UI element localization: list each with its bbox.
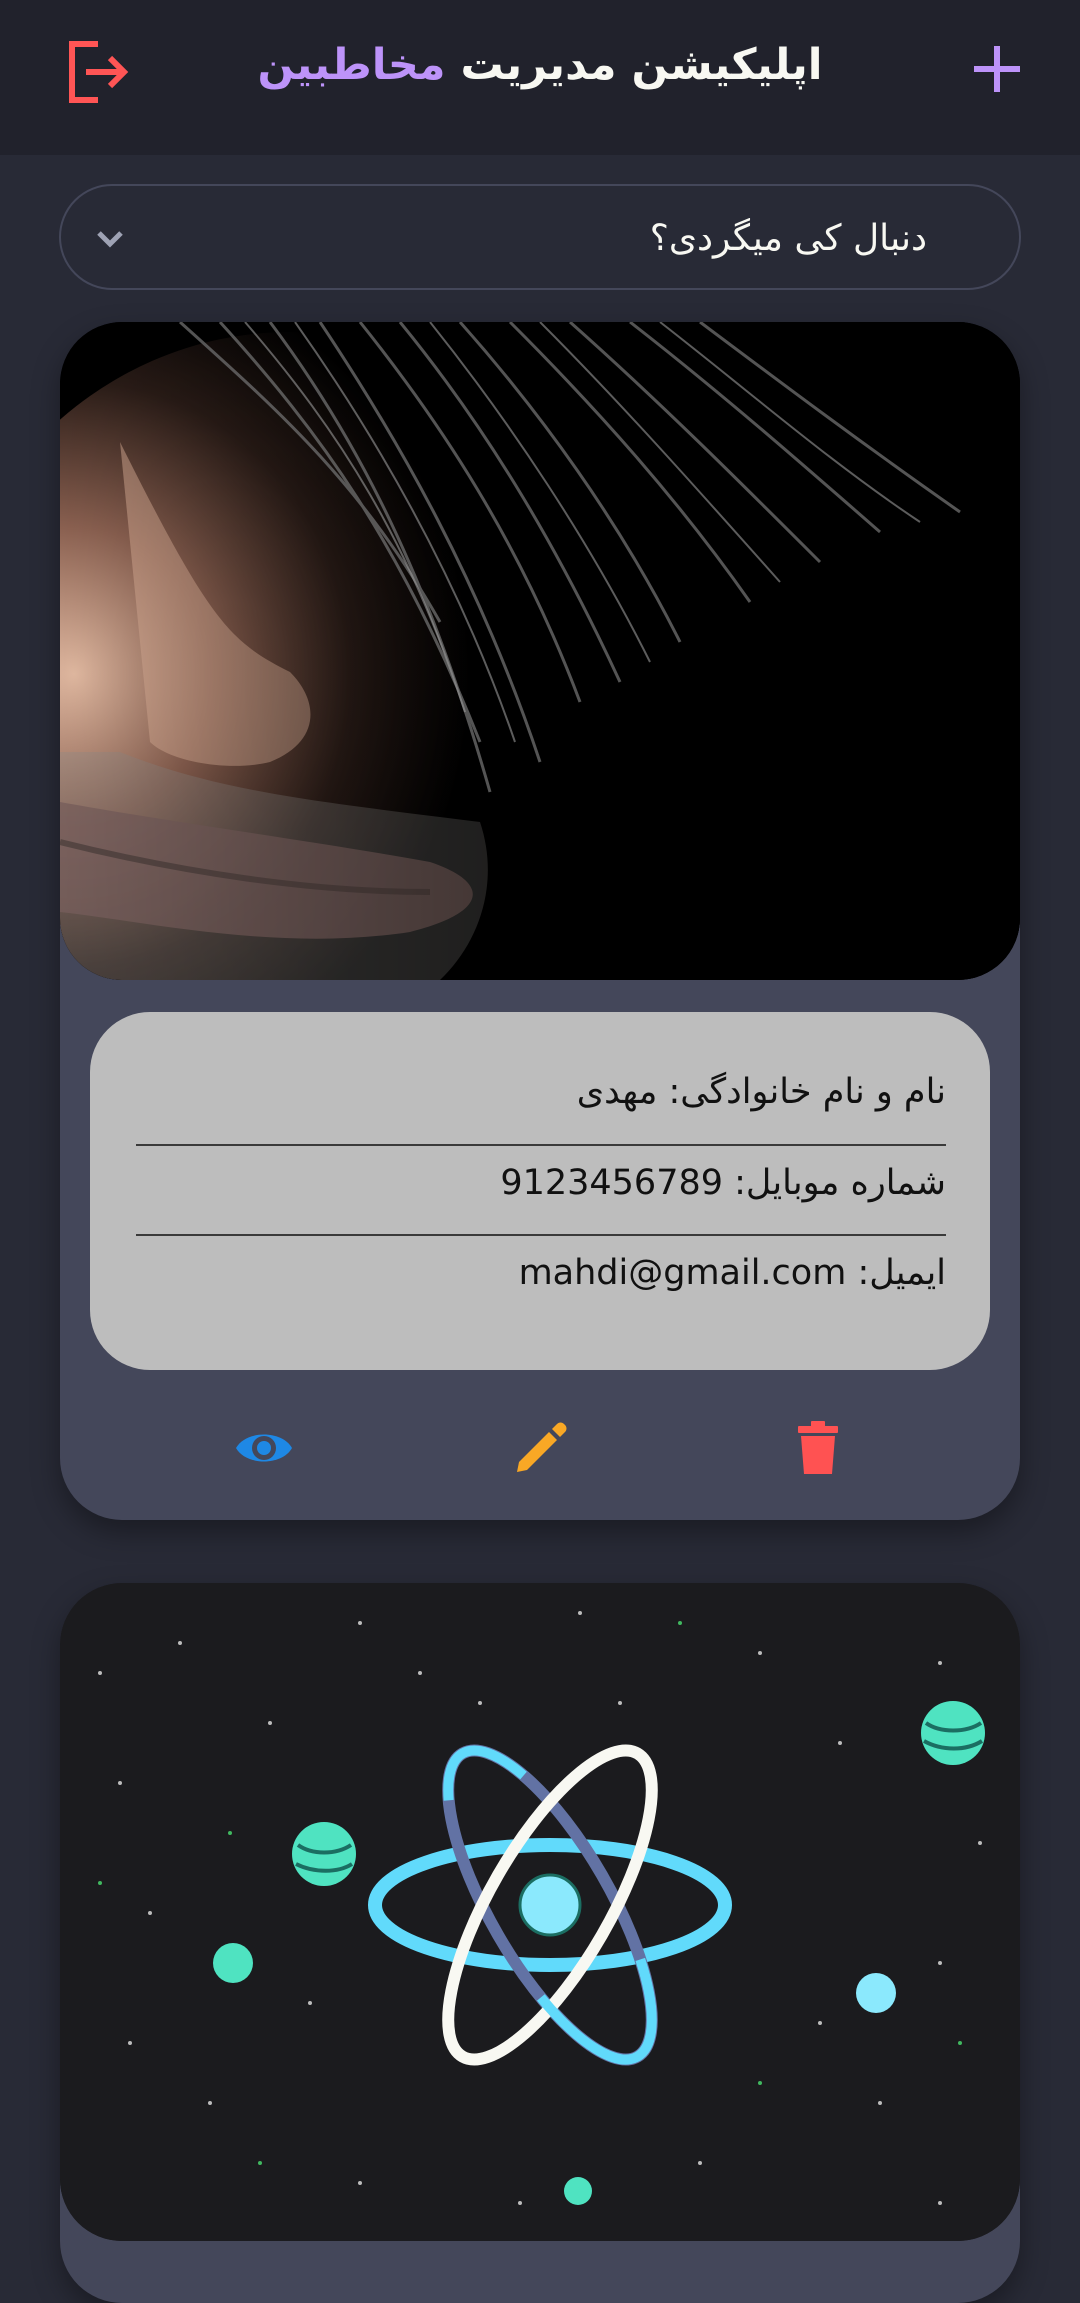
delete-contact-button[interactable]	[786, 1416, 850, 1480]
contact-card: نام و نام خانوادگی: مهدی شماره موبایل: 9…	[60, 322, 1020, 1520]
divider	[136, 1144, 946, 1146]
contact-info-panel: نام و نام خانوادگی: مهدی شماره موبایل: 9…	[90, 1012, 990, 1370]
contact-email: ایمیل: mahdi@gmail.com	[518, 1253, 946, 1293]
search-input[interactable]	[225, 186, 929, 290]
pencil-icon	[517, 1422, 567, 1472]
edit-contact-button[interactable]	[509, 1416, 573, 1480]
contact-fullname: نام و نام خانوادگی: مهدی	[576, 1072, 946, 1112]
contact-photo	[60, 322, 1020, 980]
page-title: اپلیکیشن مدیریت مخاطبین	[0, 40, 1080, 90]
title-accent: مخاطبین	[257, 40, 446, 90]
chevron-down-icon[interactable]	[90, 219, 130, 259]
add-contact-button[interactable]	[968, 40, 1026, 98]
search-box[interactable]	[59, 184, 1021, 290]
app-bar: اپلیکیشن مدیریت مخاطبین	[0, 0, 1080, 155]
plus-icon	[974, 46, 1020, 92]
contact-mobile: شماره موبایل: 9123456789	[500, 1163, 946, 1203]
trash-icon	[798, 1421, 838, 1474]
contact-photo	[60, 1583, 1020, 2241]
eye-icon	[236, 1434, 292, 1462]
divider	[136, 1234, 946, 1236]
view-contact-button[interactable]	[232, 1416, 296, 1480]
contact-card	[60, 1583, 1020, 2303]
title-main: اپلیکیشن مدیریت	[460, 40, 823, 90]
